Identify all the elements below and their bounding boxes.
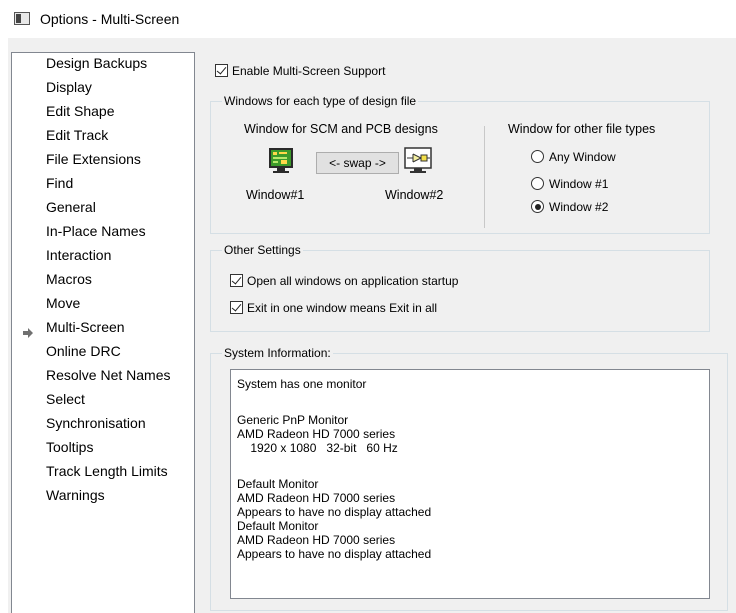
nav-item-display[interactable]: Display [46,79,92,96]
nav-item-general[interactable]: General [46,199,96,216]
radio-any-window-label[interactable]: Any Window [549,150,616,164]
nav-item-design-backups[interactable]: Design Backups [46,55,147,72]
sysinfo-line: Appears to have no display attached [237,505,432,519]
system-info-legend: System Information: [222,346,333,360]
schematic-icon[interactable] [403,146,433,174]
radio-window-1-label[interactable]: Window #1 [549,177,608,191]
window1-label: Window#1 [246,188,305,202]
nav-item-edit-track[interactable]: Edit Track [46,127,108,144]
radio-window-2-label[interactable]: Window #2 [549,200,608,214]
system-info-textbox[interactable]: System has one monitor Generic PnP Monit… [230,369,710,599]
sysinfo-line: AMD Radeon HD 7000 series [237,533,396,547]
sysinfo-line: AMD Radeon HD 7000 series [237,491,396,505]
window-title: Options - Multi-Screen [40,11,180,27]
radio-window-2[interactable] [531,200,544,213]
sysinfo-line: Default Monitor [237,477,319,491]
nav-item-synchronisation[interactable]: Synchronisation [46,415,146,432]
sysinfo-line: Default Monitor [237,519,319,533]
nav-item-file-extensions[interactable]: File Extensions [46,151,141,168]
group-divider [484,126,485,228]
sysinfo-line: Appears to have no display attached [237,547,432,561]
windows-group-legend: Windows for each type of design file [222,94,419,108]
nav-item-select[interactable]: Select [46,391,85,408]
sysinfo-line: AMD Radeon HD 7000 series [237,427,396,441]
nav-item-warnings[interactable]: Warnings [46,487,105,504]
nav-item-in-place-names[interactable]: In-Place Names [46,223,146,240]
app-window-icon [14,12,30,25]
nav-item-resolve-net-names[interactable]: Resolve Net Names [46,367,171,384]
other-settings-legend: Other Settings [222,243,303,257]
title-bar: Options - Multi-Screen [0,0,736,38]
enable-multiscreen-label[interactable]: Enable Multi-Screen Support [232,64,385,78]
arrow-right-icon [22,327,34,339]
nav-item-macros[interactable]: Macros [46,271,92,288]
open-all-windows-label[interactable]: Open all windows on application startup [247,274,458,288]
options-category-list[interactable]: Design Backups Display Edit Shape Edit T… [11,52,195,613]
nav-item-multi-screen[interactable]: Multi-Screen [46,319,125,336]
nav-item-tooltips[interactable]: Tooltips [46,439,93,456]
sysinfo-line: System has one monitor [237,377,367,391]
nav-item-online-drc[interactable]: Online DRC [46,343,121,360]
exit-all-checkbox[interactable] [230,301,243,314]
enable-multiscreen-checkbox[interactable] [215,64,228,77]
nav-item-find[interactable]: Find [46,175,73,192]
sysinfo-line: 1920 x 1080 32-bit 60 Hz [237,441,398,455]
nav-item-interaction[interactable]: Interaction [46,247,111,264]
other-settings-group [210,250,710,332]
radio-window-1[interactable] [531,177,544,190]
open-all-windows-checkbox[interactable] [230,274,243,287]
scm-pcb-window-title: Window for SCM and PCB designs [244,122,438,136]
radio-any-window[interactable] [531,150,544,163]
sysinfo-line: Generic PnP Monitor [237,413,349,427]
other-file-types-title: Window for other file types [508,122,656,136]
swap-windows-button[interactable]: <- swap -> [316,152,399,174]
nav-item-move[interactable]: Move [46,295,80,312]
nav-item-track-length-limits[interactable]: Track Length Limits [46,463,168,480]
pcb-board-icon[interactable] [267,146,295,174]
nav-item-edit-shape[interactable]: Edit Shape [46,103,115,120]
window2-label: Window#2 [385,188,444,202]
exit-all-label[interactable]: Exit in one window means Exit in all [247,301,437,315]
